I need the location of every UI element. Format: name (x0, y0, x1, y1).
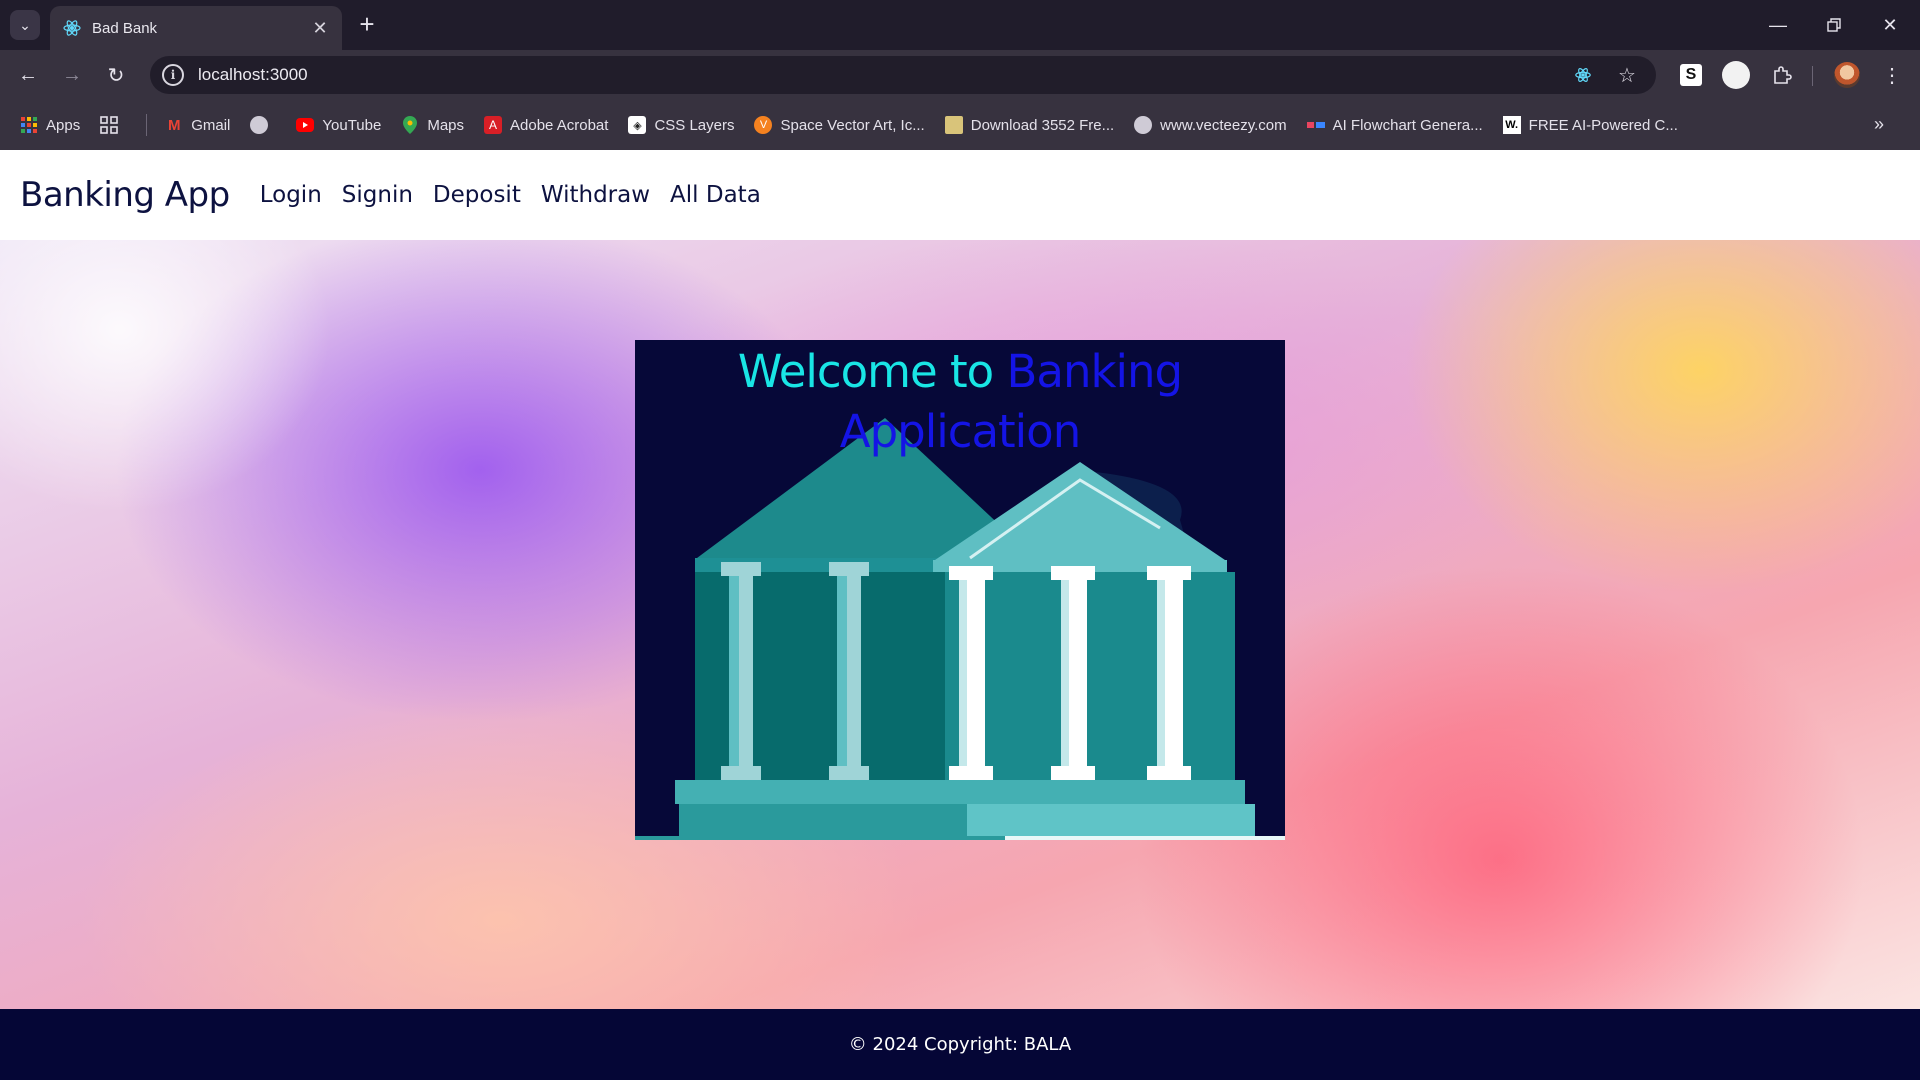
css-layers-icon: ◈ (628, 116, 647, 134)
image-icon (944, 116, 963, 134)
bookmark-label: Space Vector Art, Ic... (780, 116, 925, 134)
welcome-card: Welcome to Banking Application (635, 340, 1285, 840)
bookmark-youtube[interactable]: YouTube (296, 116, 381, 134)
react-icon (63, 20, 81, 36)
app-navbar: Banking App Login Signin Deposit Withdra… (0, 150, 1920, 240)
bookmark-label: Maps (427, 116, 465, 134)
new-tab-button[interactable]: + (352, 10, 382, 40)
bookmark-adobe-acrobat[interactable]: A Adobe Acrobat (484, 116, 608, 134)
minimize-window-button[interactable]: — (1750, 0, 1806, 50)
more-bookmarks-icon[interactable]: » (1874, 114, 1884, 135)
page-footer: © 2024 Copyright: BALA (0, 1009, 1920, 1080)
back-button[interactable]: ← (12, 59, 44, 91)
hero-background: Welcome to Banking Application (0, 240, 1920, 1009)
bookmarks-bar: Apps M Gmail YouTube Maps A Adobe Acroba… (0, 100, 1920, 150)
browser-tab-strip: ⌄ Bad Bank ✕ + — ✕ (0, 0, 1920, 50)
url-text[interactable]: localhost:3000 (198, 65, 1568, 85)
tab-title: Bad Bank (92, 19, 158, 37)
extension-avatar-icon[interactable] (1722, 61, 1750, 89)
chevron-down-icon: ⌄ (19, 16, 31, 33)
extensions-puzzle-icon[interactable] (1768, 61, 1796, 89)
tab-search-button[interactable]: ⌄ (10, 10, 40, 40)
acrobat-icon: A (484, 116, 503, 134)
globe-icon (250, 116, 269, 134)
bookmark-tab-groups[interactable] (100, 116, 126, 134)
web-page: Banking App Login Signin Deposit Withdra… (0, 150, 1920, 1080)
bookmark-apps[interactable]: Apps (20, 116, 80, 134)
tab-groups-icon (100, 116, 119, 134)
profile-avatar[interactable] (1833, 61, 1861, 89)
bookmark-label: YouTube (322, 116, 382, 134)
bookmark-label: Gmail (191, 116, 231, 134)
bookmark-gmail[interactable]: M Gmail (165, 116, 230, 134)
nav-withdraw[interactable]: Withdraw (541, 182, 650, 208)
globe-icon (1134, 116, 1153, 134)
vecteezy-icon: V (754, 116, 773, 134)
bookmark-label: FREE AI-Powered C... (1528, 116, 1678, 134)
bookmark-space-vector-art[interactable]: V Space Vector Art, Ic... (754, 116, 925, 134)
address-bar[interactable]: i localhost:3000 ☆ (150, 56, 1656, 94)
browser-toolbar: ← → ↻ i localhost:3000 ☆ S ⋮ (0, 50, 1920, 100)
restore-window-button[interactable] (1806, 0, 1862, 50)
bookmark-globe[interactable] (250, 116, 276, 134)
welcome-heading: Welcome to Banking Application (635, 342, 1285, 462)
gmail-icon: M (167, 116, 181, 134)
welcome-text: Welcome to (737, 345, 994, 398)
bookmark-download-3552[interactable]: Download 3552 Fre... (944, 116, 1115, 134)
bookmark-maps[interactable]: Maps (401, 116, 464, 134)
brand-link[interactable]: Banking App (20, 175, 230, 215)
bookmark-vecteezy[interactable]: www.vecteezy.com (1134, 116, 1287, 134)
nav-all-data[interactable]: All Data (670, 182, 761, 208)
apps-grid-icon (20, 116, 38, 134)
bookmark-ai-flowchart[interactable]: AI Flowchart Genera... (1306, 116, 1483, 134)
bookmark-label: Download 3552 Fre... (970, 116, 1115, 134)
maps-icon (401, 116, 419, 134)
bookmark-separator (146, 114, 148, 136)
bookmark-css-layers[interactable]: ◈ CSS Layers (628, 116, 734, 134)
site-info-icon[interactable]: i (162, 64, 184, 86)
youtube-icon (296, 116, 315, 134)
nav-signin[interactable]: Signin (342, 182, 413, 208)
bookmark-label: Apps (46, 116, 81, 134)
reload-button[interactable]: ↻ (100, 59, 132, 91)
bookmark-star-icon[interactable]: ☆ (1612, 60, 1642, 90)
bookmark-label: AI Flowchart Genera... (1332, 116, 1483, 134)
bookmark-label: CSS Layers (654, 116, 735, 134)
w-icon: W. (1502, 116, 1521, 134)
toolbar-divider (1812, 66, 1813, 86)
nav-deposit[interactable]: Deposit (433, 182, 521, 208)
bookmark-free-ai-powered[interactable]: W. FREE AI-Powered C... (1502, 116, 1678, 134)
bookmark-label: Adobe Acrobat (510, 116, 609, 134)
copyright-text: © 2024 Copyright: BALA (848, 1034, 1072, 1055)
browser-menu-icon[interactable]: ⋮ (1878, 61, 1906, 89)
browser-tab-active[interactable]: Bad Bank ✕ (50, 6, 342, 50)
restore-icon (1827, 18, 1841, 32)
bookmark-label: www.vecteezy.com (1160, 116, 1287, 134)
flowchart-icon (1306, 116, 1325, 134)
close-window-button[interactable]: ✕ (1862, 0, 1918, 50)
forward-button[interactable]: → (56, 59, 88, 91)
close-tab-icon[interactable]: ✕ (310, 18, 330, 39)
react-devtools-icon[interactable] (1568, 60, 1598, 90)
nav-login[interactable]: Login (260, 182, 322, 208)
s-extension-icon[interactable]: S (1677, 61, 1705, 89)
